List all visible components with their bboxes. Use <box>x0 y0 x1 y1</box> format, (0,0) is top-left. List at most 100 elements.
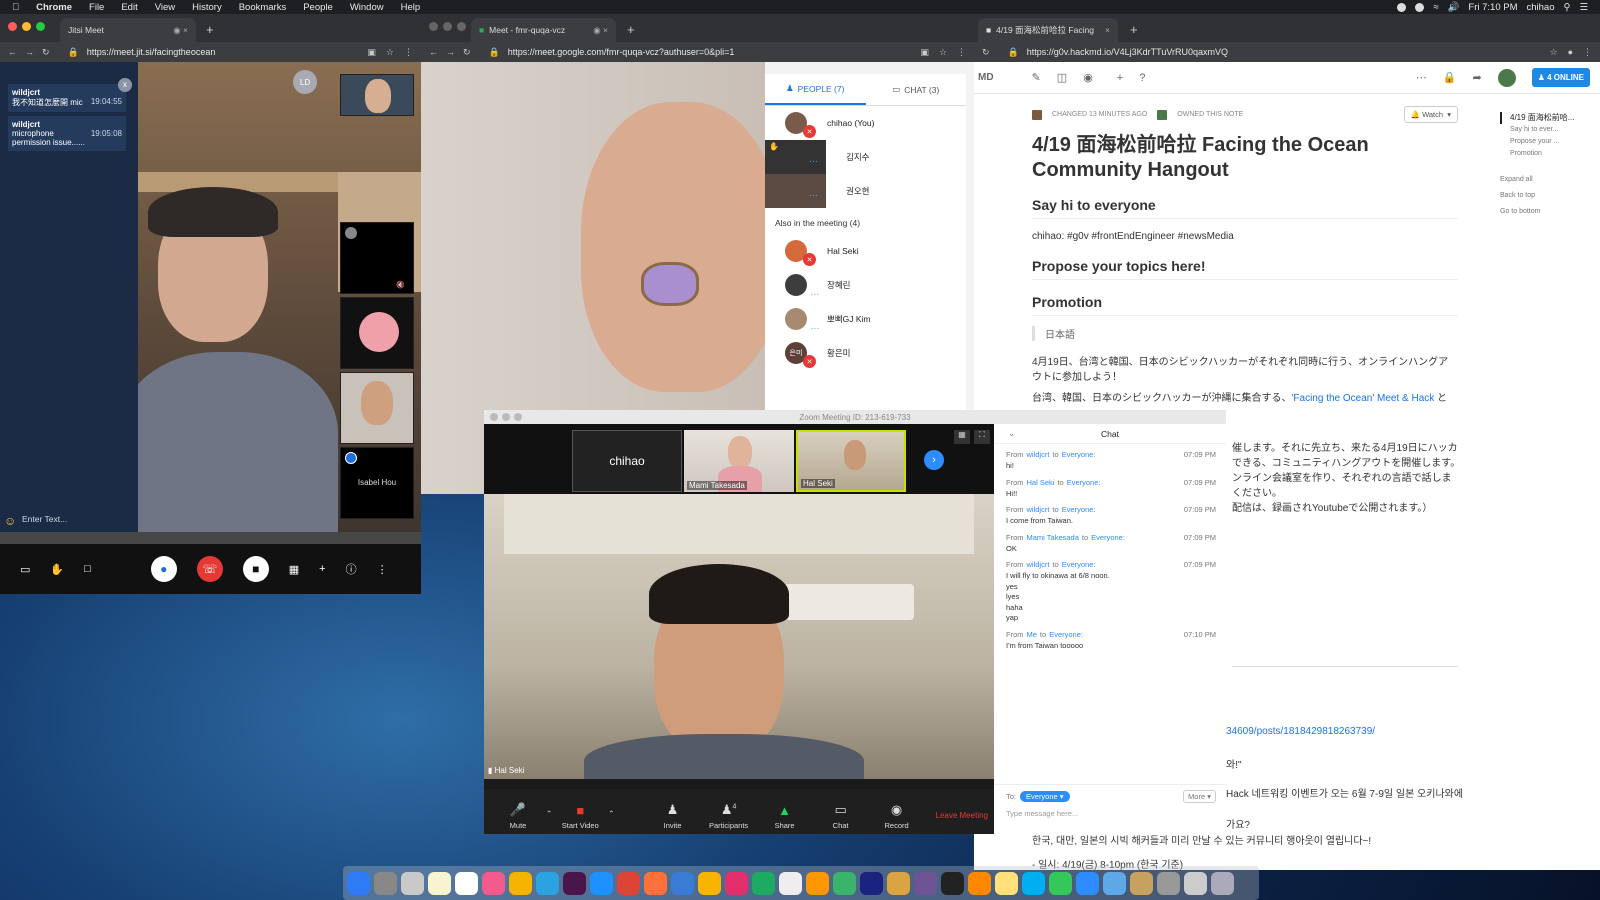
avatar[interactable]: ● <box>1568 47 1573 58</box>
leave-meeting-button[interactable]: Leave Meeting <box>936 811 988 820</box>
close-window-button[interactable] <box>8 22 17 31</box>
sublime-icon[interactable] <box>806 871 829 895</box>
fullscreen-icon[interactable]: ⛶ <box>974 430 990 444</box>
participant-row[interactable]: ⋯ 권오현 <box>765 174 966 208</box>
system-preferences-icon[interactable] <box>374 871 397 895</box>
app-icon[interactable] <box>860 871 883 895</box>
facebook-link[interactable]: 34609/posts/1818429818263739/ <box>1226 726 1375 737</box>
clock[interactable]: Fri 7:10 PM <box>1468 2 1517 13</box>
close-icon[interactable]: × <box>1105 25 1110 35</box>
chevron-down-icon[interactable]: ⌄ <box>1008 428 1015 439</box>
tile-view-icon[interactable]: ▦ <box>289 563 299 576</box>
message-sender[interactable]: Me <box>1027 630 1037 639</box>
zoom-icon[interactable] <box>1076 871 1099 895</box>
menu-edit[interactable]: Edit <box>121 2 137 13</box>
skype-icon[interactable] <box>1022 871 1045 895</box>
terminal-icon[interactable] <box>941 871 964 895</box>
event-link[interactable]: 'Facing the Ocean' Meet & Hack <box>1292 393 1435 404</box>
toc-item[interactable]: Promotion <box>1500 148 1574 160</box>
preview-icon[interactable] <box>401 871 424 895</box>
camera-icon[interactable]: ▣ <box>920 47 929 58</box>
forward-icon[interactable]: → <box>25 47 34 57</box>
info-icon[interactable]: ⓘ <box>346 561 357 577</box>
notes-icon[interactable] <box>428 871 451 895</box>
apple-icon[interactable]:  <box>12 2 19 13</box>
add-icon[interactable]: + <box>319 563 325 575</box>
message-sender[interactable]: wildjcrt <box>1027 450 1050 459</box>
message-recipient[interactable]: Everyone: <box>1067 478 1101 487</box>
message-recipient[interactable]: Everyone: <box>1049 630 1083 639</box>
participant-row[interactable]: 은미 ✕ 황은미 <box>765 336 966 370</box>
minimize-window-button[interactable] <box>443 22 452 31</box>
wifi-icon[interactable]: ≈ <box>1433 2 1438 13</box>
invite-button[interactable]: ♟ Invite <box>645 802 701 830</box>
toc-item[interactable]: Propose your ... <box>1500 136 1574 148</box>
tab-google-meet[interactable]: ■ Meet - fmr-quqa-vcz ◉ × <box>471 18 616 42</box>
menu-bookmarks[interactable]: Bookmarks <box>239 2 287 13</box>
facetime-icon[interactable] <box>1049 871 1072 895</box>
recipient-select[interactable]: Everyone ▾ <box>1020 791 1070 802</box>
participant-row[interactable]: ⋯ 뽀삐GJ Kim <box>765 302 966 336</box>
app-icon[interactable] <box>725 871 748 895</box>
thumbnail-video[interactable] <box>340 74 414 116</box>
zoom-window-button[interactable] <box>457 22 466 31</box>
toc-item[interactable]: Say hi to ever... <box>1500 124 1574 136</box>
forward-icon[interactable]: → <box>446 47 455 57</box>
message-sender[interactable]: Hal Seki <box>1027 478 1055 487</box>
volume-icon[interactable]: 🔊 <box>1448 2 1460 13</box>
chat-input[interactable]: Enter Text... <box>22 514 67 524</box>
close-icon[interactable]: ◉ × <box>593 25 608 36</box>
minimize-window-button[interactable] <box>22 22 31 31</box>
tab-chat[interactable]: ▭ CHAT (3) <box>866 74 967 105</box>
reload-icon[interactable]: ↻ <box>463 47 471 58</box>
menu-dots-icon[interactable]: ⋮ <box>404 47 413 58</box>
url-field[interactable]: https://meet.google.com/fmr-quqa-vcz?aut… <box>508 47 735 57</box>
chrome-icon[interactable] <box>617 871 640 895</box>
minimize-window-button[interactable] <box>502 413 510 421</box>
reload-icon[interactable]: ↻ <box>42 47 50 58</box>
reload-icon[interactable]: ↻ <box>982 47 990 58</box>
chat-button[interactable]: ▭ Chat <box>813 802 869 830</box>
message-sender[interactable]: Mami Takesada <box>1027 533 1079 542</box>
chevron-up-icon[interactable]: ⌃ <box>608 809 614 818</box>
menu-file[interactable]: File <box>89 2 104 13</box>
trash-icon[interactable] <box>1211 871 1234 895</box>
star-icon[interactable]: ☆ <box>939 47 947 58</box>
participant-row[interactable]: ✕ Hal Seki <box>765 234 966 268</box>
app-icon[interactable] <box>752 871 775 895</box>
zoom-window-button[interactable] <box>514 413 522 421</box>
edit-icon[interactable]: ✎ <box>1032 71 1041 84</box>
participant-row[interactable]: ✋ ⋯ 김지수 <box>765 140 966 174</box>
camera-icon[interactable]: ■ <box>242 556 269 582</box>
folder-icon[interactable] <box>1130 871 1153 895</box>
thumbnail-video[interactable]: Isabel Hou <box>340 447 414 519</box>
menu-view[interactable]: View <box>155 2 175 13</box>
menu-dots-icon[interactable]: ⋮ <box>957 47 966 58</box>
back-icon[interactable]: ← <box>8 47 17 57</box>
view-icon[interactable]: ◉ <box>1083 71 1093 84</box>
toc-item[interactable]: 4/19 面海松前哈... <box>1500 112 1574 124</box>
help-icon[interactable]: ? <box>1139 72 1145 84</box>
message-recipient[interactable]: Everyone: <box>1062 505 1096 514</box>
tab-jitsi[interactable]: Jitsi Meet ◉ × <box>60 18 196 42</box>
strip-tile[interactable]: Mami Takesada <box>684 430 794 492</box>
menu-window[interactable]: Window <box>350 2 384 13</box>
message-recipient[interactable]: Everyone: <box>1062 450 1096 459</box>
menu-chrome[interactable]: Chrome <box>36 2 72 13</box>
url-field[interactable]: https://meet.jit.si/facingtheocean <box>87 47 216 57</box>
menu-history[interactable]: History <box>192 2 222 13</box>
back-icon[interactable]: ← <box>429 47 438 57</box>
vlc-icon[interactable] <box>968 871 991 895</box>
thumbnail-video[interactable] <box>340 372 414 444</box>
share-icon[interactable]: ➦ <box>1472 71 1481 84</box>
list-icon[interactable]: ☰ <box>1579 2 1588 13</box>
avatar[interactable] <box>1497 68 1516 87</box>
strip-tile[interactable]: chihao <box>572 430 682 492</box>
online-button[interactable]: ♟ 4 ONLINE <box>1531 68 1590 87</box>
star-icon[interactable]: ☆ <box>1549 47 1557 58</box>
new-tab-button[interactable]: + <box>1130 22 1138 37</box>
folder-icon[interactable] <box>1103 871 1126 895</box>
photos-icon[interactable] <box>509 871 532 895</box>
textedit-icon[interactable] <box>779 871 802 895</box>
firefox-icon[interactable] <box>644 871 667 895</box>
